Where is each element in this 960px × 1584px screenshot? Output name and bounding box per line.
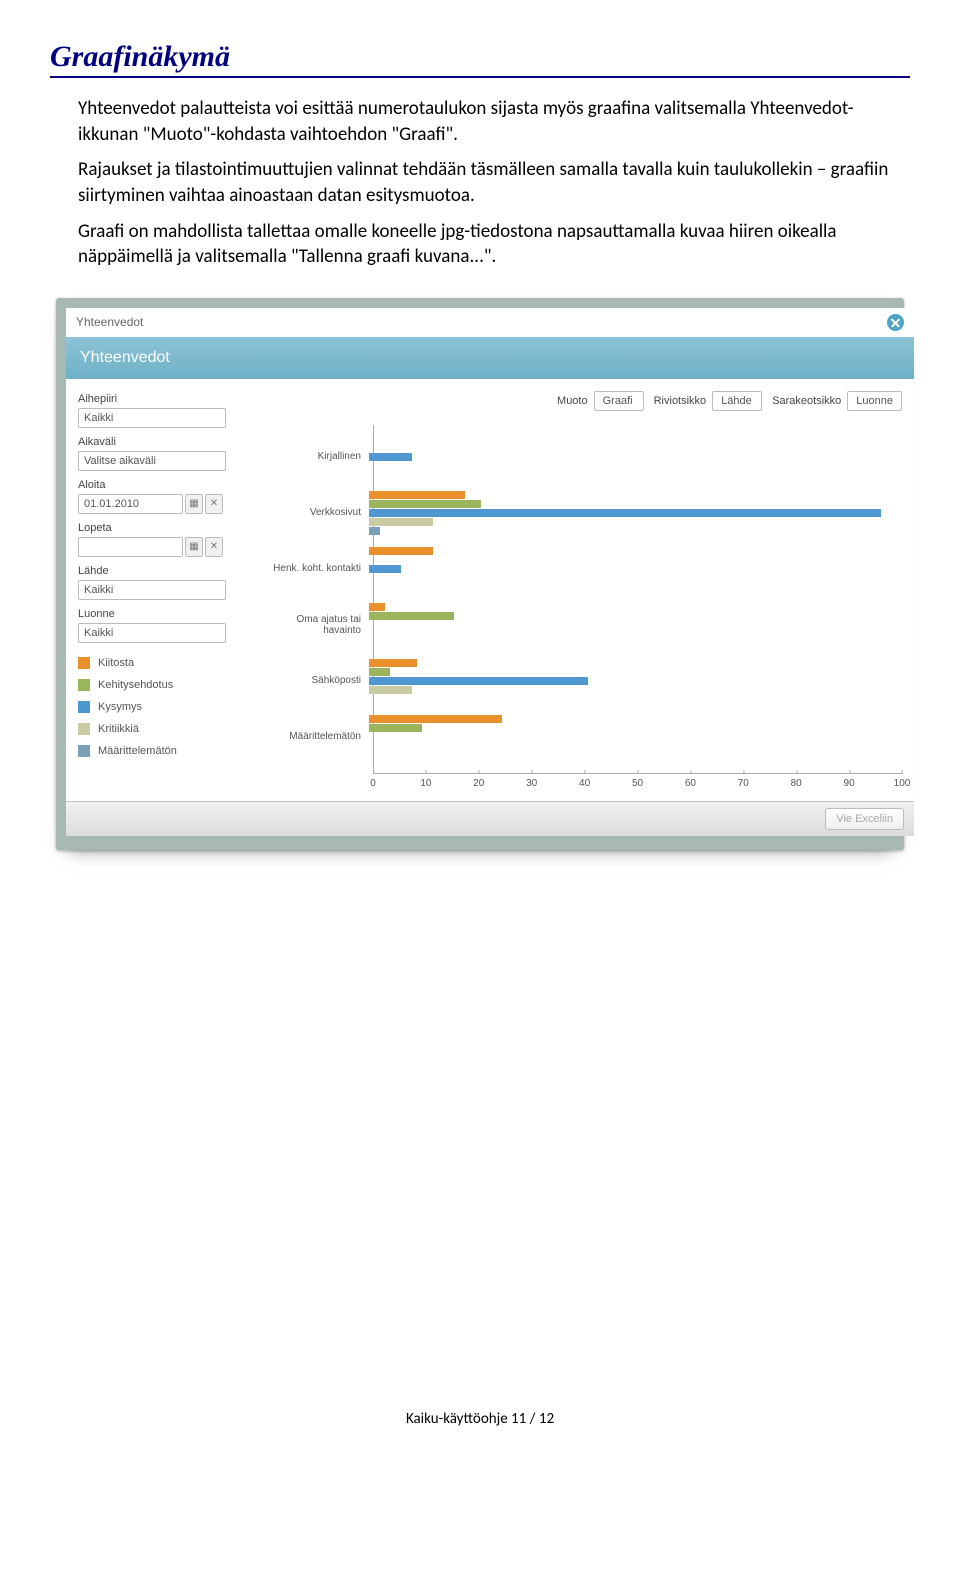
calendar-icon[interactable]: ▦ — [185, 494, 203, 514]
aloita-date-field[interactable]: 01.01.2010 — [78, 494, 183, 514]
chart-bar — [369, 612, 454, 620]
chart-category-label: Määrittelemätön — [259, 731, 369, 742]
aloita-label: Aloita — [78, 479, 238, 491]
legend-item: Määrittelemätön — [78, 745, 238, 757]
paragraph-3: Graafi on mahdollista tallettaa omalle k… — [78, 219, 898, 270]
calendar-icon[interactable]: ▦ — [185, 537, 203, 557]
chart-x-tick: 50 — [632, 778, 643, 789]
legend-swatch — [78, 679, 90, 691]
chart-x-tick: 0 — [370, 778, 376, 789]
aihepiiri-label: Aihepiiri — [78, 393, 238, 405]
chart-plot[interactable]: KirjallinenVerkkosivutHenk. koht. kontak… — [373, 425, 902, 773]
legend-item: Kiitosta — [78, 657, 238, 669]
chart-bar — [369, 453, 412, 461]
chart-x-tick: 100 — [894, 778, 911, 789]
aikavali-label: Aikaväli — [78, 436, 238, 448]
app-screenshot: Yhteenvedot Yhteenvedot Aihepiiri Kaikki… — [56, 298, 904, 850]
window-title: Yhteenvedot — [76, 315, 143, 329]
chart-bar — [369, 686, 412, 694]
chart-category-label: Verkkosivut — [259, 507, 369, 518]
chart-category-label: Oma ajatus tai havainto — [259, 614, 369, 636]
lopeta-date-field[interactable] — [78, 537, 183, 557]
chart-x-tick: 80 — [791, 778, 802, 789]
paragraph-1: Yhteenvedot palautteista voi esittää num… — [78, 96, 898, 147]
chart-bar — [369, 547, 433, 555]
aihepiiri-select[interactable]: Kaikki — [78, 408, 226, 428]
legend-item: Kehitysehdotus — [78, 679, 238, 691]
chart-bar — [369, 509, 881, 517]
panel-header: Yhteenvedot — [66, 337, 914, 379]
chart-x-axis: 0102030405060708090100 — [373, 773, 902, 795]
chart-category-label: Kirjallinen — [259, 451, 369, 462]
clear-icon[interactable]: ✕ — [205, 537, 223, 557]
chart-x-tick: 60 — [685, 778, 696, 789]
muoto-label: Muoto — [557, 395, 588, 407]
chart-bar — [369, 715, 502, 723]
riviotsikko-label: Riviotsikko — [654, 395, 707, 407]
luonne-label: Luonne — [78, 608, 238, 620]
legend-swatch — [78, 701, 90, 713]
chart-x-tick: 40 — [579, 778, 590, 789]
chart-category-label: Henk. koht. kontakti — [259, 563, 369, 574]
page-title: Graafinäkymä — [50, 40, 910, 78]
legend-item: Kysymys — [78, 701, 238, 713]
paragraph-2: Rajaukset ja tilastointimuuttujien valin… — [78, 157, 898, 208]
legend-swatch — [78, 723, 90, 735]
sarakeotsikko-select[interactable]: Luonne — [847, 391, 902, 411]
lopeta-label: Lopeta — [78, 522, 238, 534]
chart-bar — [369, 565, 401, 573]
chart-bar — [369, 603, 385, 611]
sidebar: Aihepiiri Kaikki Aikaväli Valitse aikavä… — [78, 389, 238, 795]
clear-icon[interactable]: ✕ — [205, 494, 223, 514]
page-footer: Kaiku-käyttöohje 11 / 12 — [50, 1410, 910, 1428]
close-icon[interactable] — [887, 314, 904, 331]
riviotsikko-select[interactable]: Lähde — [712, 391, 762, 411]
export-excel-button[interactable]: Vie Exceliin — [825, 808, 904, 830]
aikavali-select[interactable]: Valitse aikaväli — [78, 451, 226, 471]
muoto-select[interactable]: Graafi — [594, 391, 644, 411]
chart-bar — [369, 724, 422, 732]
bottom-bar: Vie Exceliin — [66, 801, 914, 836]
chart-x-tick: 20 — [473, 778, 484, 789]
legend-label: Kysymys — [98, 701, 142, 713]
chart-bar — [369, 659, 417, 667]
legend-swatch — [78, 657, 90, 669]
luonne-select[interactable]: Kaikki — [78, 623, 226, 643]
lahde-label: Lähde — [78, 565, 238, 577]
legend-label: Kehitysehdotus — [98, 679, 173, 691]
legend-label: Kritiikkiä — [98, 723, 139, 735]
legend-label: Määrittelemätön — [98, 745, 177, 757]
chart-legend: Kiitosta Kehitysehdotus Kysymys Kritiikkiä M… — [78, 657, 238, 757]
chart-x-tick: 90 — [844, 778, 855, 789]
chart-bar — [369, 518, 433, 526]
legend-label: Kiitosta — [98, 657, 134, 669]
window-title-bar: Yhteenvedot — [66, 308, 914, 337]
legend-swatch — [78, 745, 90, 757]
chart-x-tick: 10 — [420, 778, 431, 789]
body-text: Yhteenvedot palautteista voi esittää num… — [78, 96, 898, 270]
chart-category-label: Sähköposti — [259, 675, 369, 686]
chart-bar — [369, 668, 390, 676]
lahde-select[interactable]: Kaikki — [78, 580, 226, 600]
chart-bar — [369, 491, 465, 499]
chart-x-tick: 30 — [526, 778, 537, 789]
sarakeotsikko-label: Sarakeotsikko — [772, 395, 841, 407]
chart-bar — [369, 527, 380, 535]
legend-item: Kritiikkiä — [78, 723, 238, 735]
chart-bar — [369, 677, 588, 685]
chart-bar — [369, 500, 481, 508]
chart-x-tick: 70 — [738, 778, 749, 789]
